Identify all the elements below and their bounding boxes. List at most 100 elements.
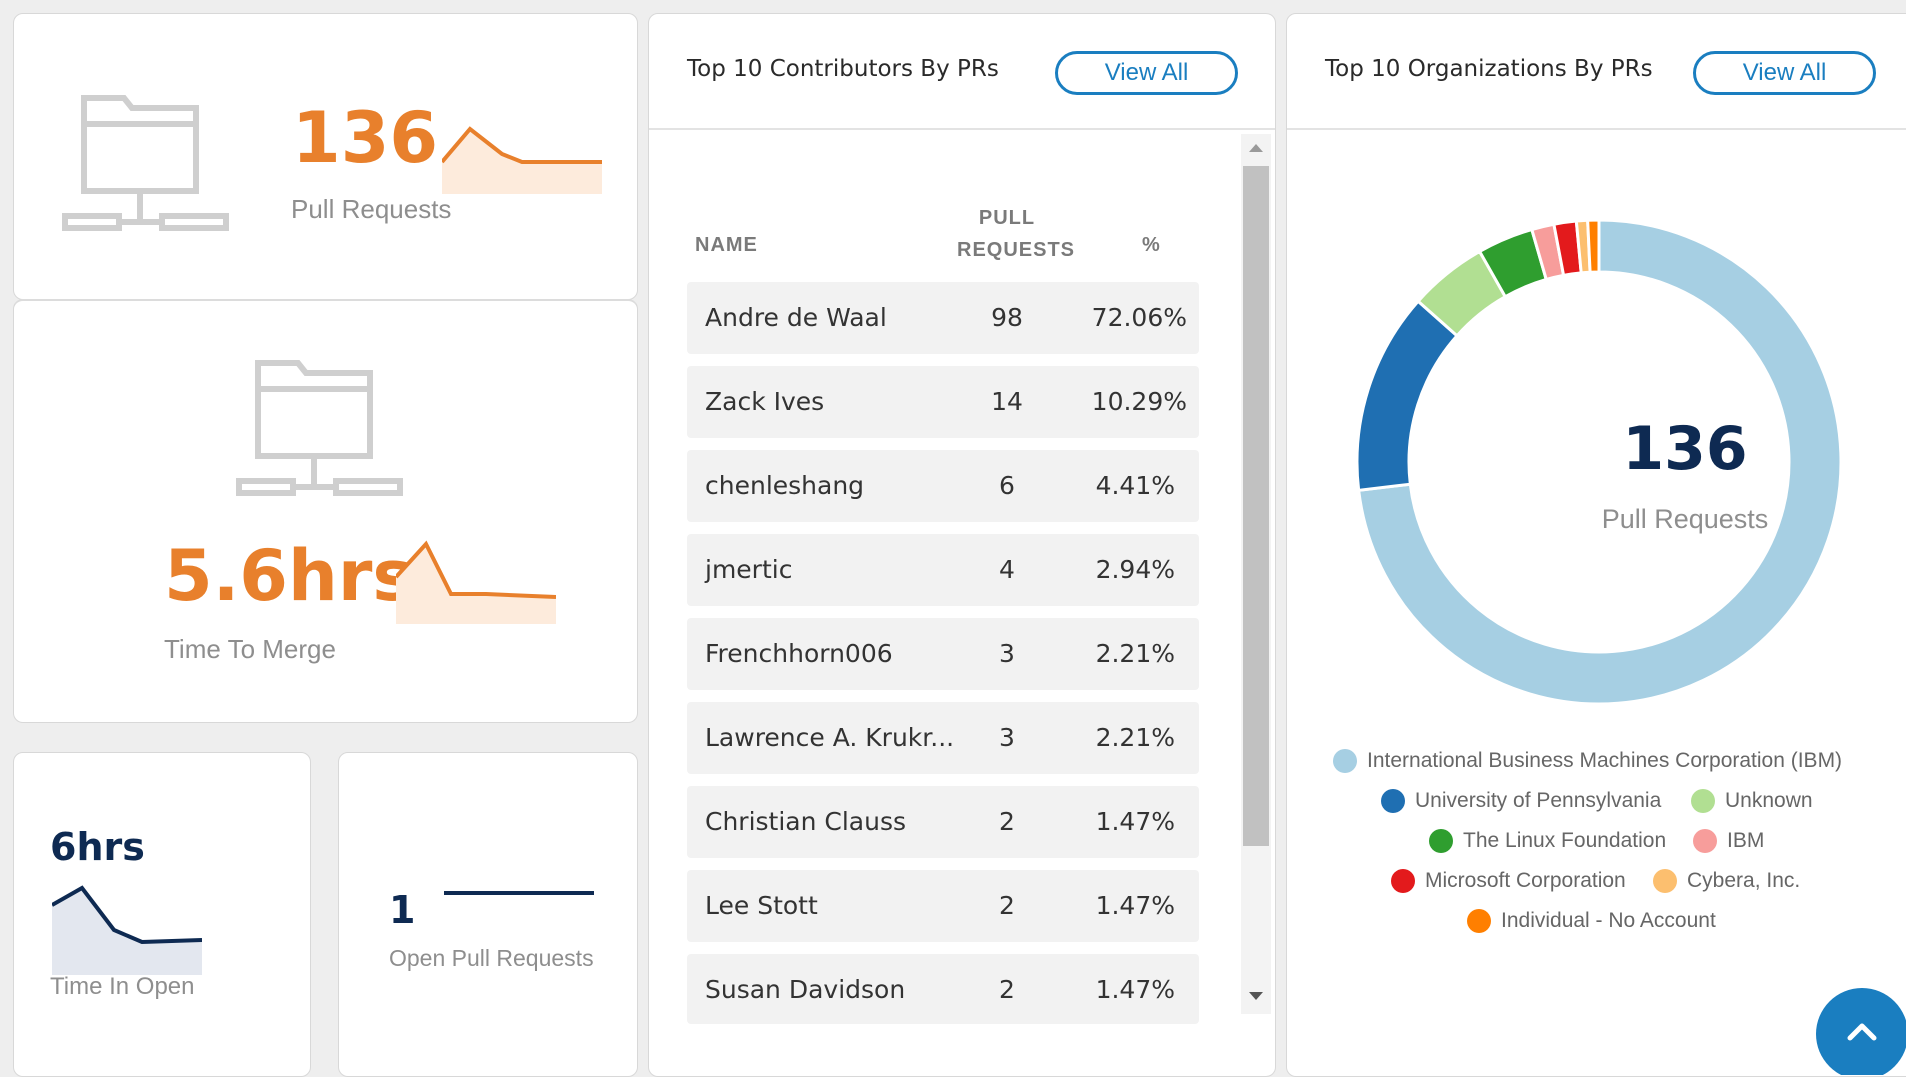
time-in-open-label: Time In Open — [50, 973, 195, 1000]
legend-dot — [1391, 869, 1415, 893]
legend-item[interactable]: University of Pennsylvania — [1381, 789, 1661, 813]
column-header-name[interactable]: NAME — [695, 234, 758, 257]
legend-label: The Linux Foundation — [1463, 829, 1667, 852]
scroll-down-arrow-icon[interactable] — [1249, 992, 1263, 1000]
folder-network-icon — [236, 360, 403, 496]
contributor-prs: 2 — [999, 807, 1015, 836]
contributor-pct: 72.06% — [1091, 303, 1187, 332]
time-in-open-card: 6hrs Time In Open — [13, 752, 311, 1077]
legend-dot — [1693, 829, 1717, 853]
contributor-name: Zack Ives — [705, 387, 825, 416]
scroll-to-top-button[interactable] — [1816, 988, 1906, 1075]
contributor-name: Susan Davidson — [705, 975, 906, 1004]
time-in-open-sparkline — [52, 885, 202, 975]
legend-dot — [1333, 749, 1357, 773]
legend-item[interactable]: The Linux Foundation — [1429, 829, 1666, 853]
contributor-pct: 2.21% — [1095, 639, 1175, 668]
donut-slice[interactable] — [1586, 218, 1601, 274]
open-prs-sparkline — [444, 891, 594, 895]
table-row[interactable]: Lawrence A. Krukr... 3 2.21% — [687, 702, 1199, 774]
table-row[interactable]: Andre de Waal 98 72.06% — [687, 282, 1199, 354]
table-row[interactable]: Frenchhorn006 3 2.21% — [687, 618, 1199, 690]
contributor-name: Frenchhorn006 — [705, 639, 893, 668]
column-header-pull-requests[interactable]: PULL REQUESTS — [957, 202, 1076, 266]
table-row[interactable]: Susan Davidson 2 1.47% — [687, 954, 1199, 1024]
legend-label: IBM — [1727, 829, 1765, 852]
contributor-pct: 10.29% — [1091, 387, 1187, 416]
card-header-divider — [649, 128, 1275, 130]
contributor-name: Christian Clauss — [705, 807, 907, 836]
pull-requests-sparkline — [442, 126, 602, 194]
contributor-name: chenleshang — [705, 471, 865, 500]
legend-item[interactable]: Cybera, Inc. — [1653, 869, 1800, 893]
legend-item[interactable]: Microsoft Corporation — [1391, 869, 1626, 893]
contributor-name: Lawrence A. Krukr... — [705, 723, 955, 752]
contributor-prs: 3 — [999, 723, 1015, 752]
donut-center-label: Pull Requests — [1601, 504, 1769, 534]
legend-label: Microsoft Corporation — [1425, 869, 1626, 892]
contributors-title: Top 10 Contributors By PRs — [687, 56, 999, 82]
legend-item[interactable]: Individual - No Account — [1467, 909, 1716, 933]
contributor-pct: 2.94% — [1095, 555, 1175, 584]
pull-requests-value: 136 — [292, 97, 439, 179]
column-header-pull-line2: REQUESTS — [957, 239, 1076, 261]
contributor-prs: 98 — [991, 303, 1023, 332]
table-row[interactable]: chenleshang 6 4.41% — [687, 450, 1199, 522]
donut-slice[interactable] — [1355, 299, 1460, 492]
legend-label: Cybera, Inc. — [1687, 869, 1801, 892]
legend-item[interactable]: IBM — [1693, 829, 1764, 853]
contributor-prs: 3 — [999, 639, 1015, 668]
scrollbar[interactable] — [1241, 134, 1271, 1014]
legend-dot — [1691, 789, 1715, 813]
table-row[interactable]: Christian Clauss 2 1.47% — [687, 786, 1199, 858]
legend-dot — [1467, 909, 1491, 933]
legend-dot — [1381, 789, 1405, 813]
legend-label: Individual - No Account — [1501, 909, 1716, 932]
contributor-name: Lee Stott — [705, 891, 818, 920]
contributors-view-all-button[interactable]: View All — [1055, 51, 1238, 95]
contributors-table: NAME PULL REQUESTS % Andre de Waal 98 72… — [687, 184, 1199, 1024]
legend-label: International Business Machines Corporat… — [1367, 749, 1843, 772]
table-row[interactable]: Lee Stott 2 1.47% — [687, 870, 1199, 942]
contributor-prs: 6 — [999, 471, 1015, 500]
pull-requests-label: Pull Requests — [291, 194, 452, 224]
organizations-legend: International Business Machines Corporat… — [1287, 749, 1906, 949]
legend-dot — [1653, 869, 1677, 893]
contributor-prs: 2 — [999, 975, 1015, 1004]
top-organizations-card: Top 10 Organizations By PRs View All 136… — [1286, 13, 1906, 1077]
legend-label: University of Pennsylvania — [1415, 789, 1662, 812]
legend-item[interactable]: Unknown — [1691, 789, 1813, 813]
contributor-pct: 1.47% — [1095, 891, 1175, 920]
contributor-name: Andre de Waal — [705, 303, 887, 332]
open-prs-label: Open Pull Requests — [389, 945, 594, 971]
time-in-open-value: 6hrs — [50, 825, 145, 869]
donut-center-value: 136 — [1622, 414, 1748, 484]
pull-requests-card: 136 Pull Requests — [13, 13, 638, 300]
table-row[interactable]: jmertic 4 2.94% — [687, 534, 1199, 606]
folder-network-icon — [62, 95, 229, 231]
legend-dot — [1429, 829, 1453, 853]
legend-item[interactable]: International Business Machines Corporat… — [1333, 749, 1842, 773]
time-to-merge-sparkline — [396, 540, 556, 624]
legend-label: Unknown — [1725, 789, 1813, 812]
scrollbar-thumb[interactable] — [1243, 166, 1269, 846]
open-prs-value: 1 — [389, 888, 416, 932]
contributor-prs: 4 — [999, 555, 1015, 584]
top-contributors-card: Top 10 Contributors By PRs View All NAME… — [648, 13, 1276, 1077]
contributor-name: jmertic — [705, 555, 793, 584]
open-pull-requests-card: 1 Open Pull Requests — [338, 752, 638, 1077]
contributor-pct: 1.47% — [1095, 807, 1175, 836]
scroll-up-arrow-icon[interactable] — [1249, 144, 1263, 152]
column-header-percent[interactable]: % — [1142, 234, 1160, 257]
contributor-pct: 1.47% — [1095, 975, 1175, 1004]
contributor-pct: 4.41% — [1095, 471, 1175, 500]
chevron-up-icon — [1847, 1023, 1877, 1041]
table-row[interactable]: Zack Ives 14 10.29% — [687, 366, 1199, 438]
contributor-prs: 2 — [999, 891, 1015, 920]
time-to-merge-card: 5.6hrs Time To Merge — [13, 299, 638, 723]
contributor-pct: 2.21% — [1095, 723, 1175, 752]
contributor-prs: 14 — [991, 387, 1023, 416]
time-to-merge-value: 5.6hrs — [164, 535, 415, 617]
column-header-pull-line1: PULL — [978, 207, 1036, 229]
time-to-merge-label: Time To Merge — [164, 634, 336, 664]
